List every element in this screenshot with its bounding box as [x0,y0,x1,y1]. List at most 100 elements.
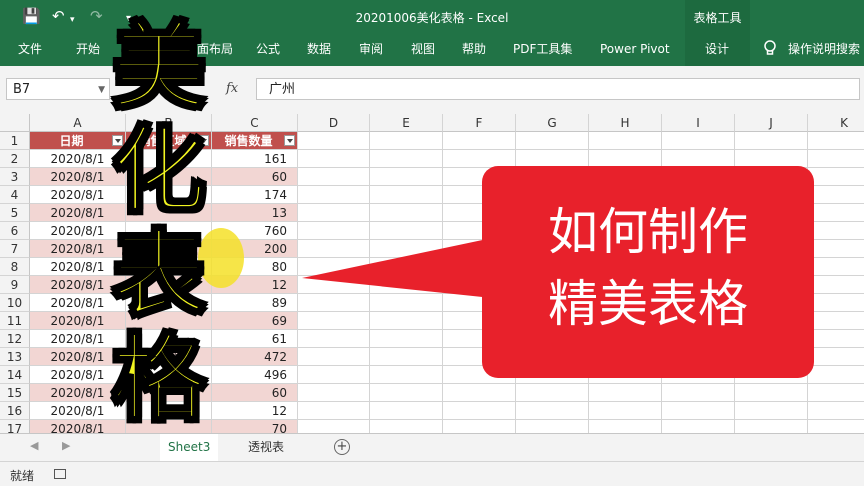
tab-pdf-tools[interactable]: PDF工具集 [513,42,572,56]
tab-review[interactable]: 审阅 [359,42,383,56]
empty-cell[interactable] [808,132,864,150]
row-header[interactable]: 13 [0,348,30,366]
empty-cell[interactable] [808,312,864,330]
empty-cell[interactable] [298,204,370,222]
tab-view[interactable]: 视图 [411,42,435,56]
table-cell[interactable]: 174 [212,186,298,204]
empty-cell[interactable] [589,420,662,433]
column-header-k[interactable]: K [808,114,864,132]
empty-cell[interactable] [808,294,864,312]
tab-file[interactable]: 文件 [18,42,42,56]
empty-cell[interactable] [516,132,589,150]
empty-cell[interactable] [298,186,370,204]
row-header[interactable]: 6 [0,222,30,240]
empty-cell[interactable] [443,420,516,433]
tab-power-pivot[interactable]: Power Pivot [600,42,670,56]
table-cell[interactable]: 70 [212,420,298,433]
empty-cell[interactable] [370,186,443,204]
row-header[interactable]: 1 [0,132,30,150]
row-header[interactable]: 9 [0,276,30,294]
tab-formulas[interactable]: 公式 [256,42,280,56]
tab-home[interactable]: 开始 [76,42,100,56]
empty-cell[interactable] [808,150,864,168]
empty-cell[interactable] [298,168,370,186]
table-cell[interactable]: 12 [212,402,298,420]
table-cell[interactable]: 496 [212,366,298,384]
empty-cell[interactable] [808,330,864,348]
empty-cell[interactable] [735,384,808,402]
table-cell[interactable]: 60 [212,168,298,186]
empty-cell[interactable] [370,402,443,420]
empty-cell[interactable] [443,402,516,420]
empty-cell[interactable] [370,330,443,348]
empty-cell[interactable] [516,420,589,433]
empty-cell[interactable] [298,402,370,420]
table-header-cell[interactable]: 销售数量 [212,132,298,150]
empty-cell[interactable] [808,204,864,222]
empty-cell[interactable] [808,222,864,240]
row-header[interactable]: 12 [0,330,30,348]
empty-cell[interactable] [298,312,370,330]
empty-cell[interactable] [808,348,864,366]
tab-data[interactable]: 数据 [307,42,331,56]
empty-cell[interactable] [662,384,735,402]
empty-cell[interactable] [443,132,516,150]
empty-cell[interactable] [370,150,443,168]
tab-help[interactable]: 帮助 [462,42,486,56]
empty-cell[interactable] [589,402,662,420]
column-header-d[interactable]: D [298,114,370,132]
row-header[interactable]: 14 [0,366,30,384]
empty-cell[interactable] [298,150,370,168]
empty-cell[interactable] [298,330,370,348]
empty-cell[interactable] [735,420,808,433]
empty-cell[interactable] [808,240,864,258]
empty-cell[interactable] [298,132,370,150]
scroll-left-icon[interactable]: ◀ [30,439,38,452]
empty-cell[interactable] [662,402,735,420]
row-header[interactable]: 15 [0,384,30,402]
empty-cell[interactable] [735,132,808,150]
row-header[interactable]: 5 [0,204,30,222]
sheet-tab-sheet3[interactable]: Sheet3 [160,434,219,463]
column-header-j[interactable]: J [735,114,808,132]
empty-cell[interactable] [298,366,370,384]
empty-cell[interactable] [370,204,443,222]
empty-cell[interactable] [662,132,735,150]
empty-cell[interactable] [443,384,516,402]
column-header-g[interactable]: G [516,114,589,132]
sheet-tab-pivot[interactable]: 透视表 [240,434,292,461]
insert-function-button[interactable]: fx [226,78,238,100]
row-header[interactable]: 4 [0,186,30,204]
column-header-i[interactable]: I [662,114,735,132]
table-cell[interactable]: 60 [212,384,298,402]
row-header[interactable]: 2 [0,150,30,168]
empty-cell[interactable] [808,402,864,420]
empty-cell[interactable] [298,348,370,366]
row-header[interactable]: 17 [0,420,30,433]
empty-cell[interactable] [370,132,443,150]
empty-cell[interactable] [370,312,443,330]
column-header-c[interactable]: C [212,114,298,132]
empty-cell[interactable] [808,186,864,204]
table-cell[interactable]: 61 [212,330,298,348]
empty-cell[interactable] [370,384,443,402]
column-header-f[interactable]: F [443,114,516,132]
table-cell[interactable]: 161 [212,150,298,168]
empty-cell[interactable] [662,420,735,433]
empty-cell[interactable] [516,384,589,402]
empty-cell[interactable] [808,258,864,276]
row-header[interactable]: 11 [0,312,30,330]
table-cell[interactable]: 89 [212,294,298,312]
row-header[interactable]: 10 [0,294,30,312]
empty-cell[interactable] [298,384,370,402]
empty-cell[interactable] [808,384,864,402]
column-header-h[interactable]: H [589,114,662,132]
tell-me-search[interactable]: 操作说明搜索 [788,42,860,56]
select-all-corner[interactable] [0,114,30,132]
table-cell[interactable]: 472 [212,348,298,366]
row-header[interactable]: 8 [0,258,30,276]
filter-dropdown-icon[interactable] [284,135,295,146]
add-sheet-icon[interactable]: + [334,439,350,455]
empty-cell[interactable] [808,168,864,186]
empty-cell[interactable] [808,366,864,384]
